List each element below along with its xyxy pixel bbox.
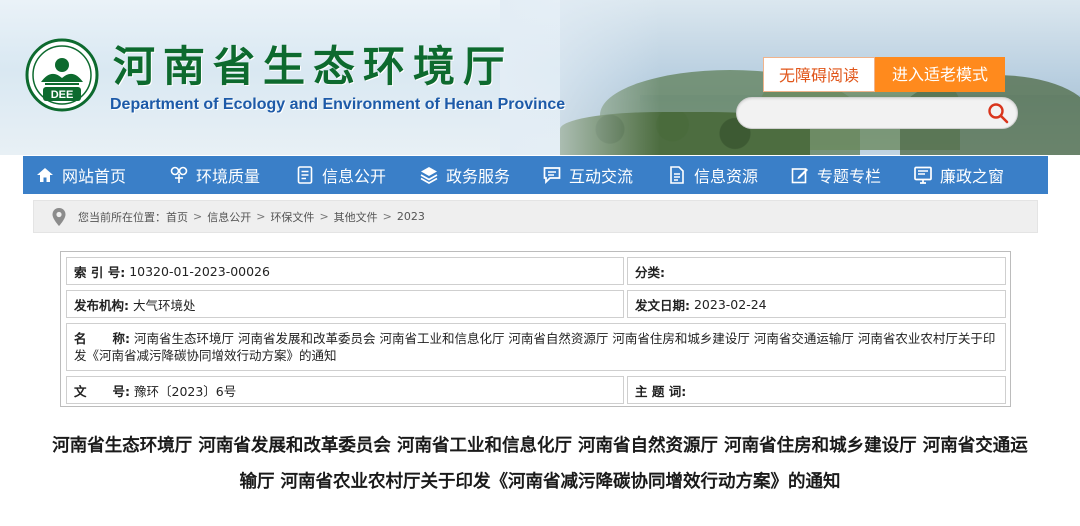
nav-label: 互动交流 <box>569 167 634 186</box>
layers-icon <box>420 167 438 184</box>
nav-item-info-resources[interactable]: 信息资源 <box>667 156 758 194</box>
meta-date-value: 2023-02-24 <box>693 296 767 312</box>
accessibility-reading-button[interactable]: 无障碍阅读 <box>763 57 875 92</box>
file-icon <box>670 166 684 184</box>
location-pin-icon <box>52 207 66 226</box>
breadcrumb-separator: > <box>382 210 392 223</box>
meta-publisher-label: 发布机构: <box>74 297 129 313</box>
home-icon <box>37 168 53 182</box>
breadcrumb-link-home[interactable]: 首页 <box>166 209 188 225</box>
dee-logo-icon[interactable]: DEE <box>25 38 99 112</box>
breadcrumb-separator: > <box>319 210 329 223</box>
nav-item-gov-services[interactable]: 政务服务 <box>419 156 510 194</box>
meta-name-label: 名称: <box>74 331 131 346</box>
monitor-icon <box>914 166 932 184</box>
search-input[interactable] <box>736 97 1018 129</box>
breadcrumb-link-info-disclosure[interactable]: 信息公开 <box>207 209 251 225</box>
meta-index-cell: 索 引 号: 10320-01-2023-00026 <box>66 257 624 285</box>
meta-category-label: 分类: <box>635 264 665 280</box>
nav-label: 环境质量 <box>196 167 261 186</box>
chat-icon <box>543 167 561 185</box>
document-title: 河南省生态环境厅 河南省发展和改革委员会 河南省工业和信息化厅 河南省自然资源厅… <box>52 436 1028 492</box>
breadcrumb-link-other-files[interactable]: 其他文件 <box>334 209 378 225</box>
meta-subject-label: 主 题 词: <box>635 383 687 399</box>
nav-item-integrity-window[interactable]: 廉政之窗 <box>913 156 1004 194</box>
document-icon <box>297 166 313 184</box>
meta-name-cell: 名称: 河南省生态环境厅 河南省发展和改革委员会 河南省工业和信息化厅 河南省自… <box>66 323 1006 371</box>
nav-label: 网站首页 <box>62 167 127 186</box>
meta-index-value: 10320-01-2023-00026 <box>129 263 270 279</box>
nav-label: 信息资源 <box>694 167 759 186</box>
meta-docno-value: 豫环〔2023〕6号 <box>134 383 237 399</box>
nav-item-info-disclosure[interactable]: 信息公开 <box>295 156 386 194</box>
meta-docno-cell: 文号: 豫环〔2023〕6号 <box>66 376 624 404</box>
meta-docno-label: 文号: <box>74 383 131 399</box>
meta-category-cell: 分类: <box>627 257 1006 285</box>
nav-label: 廉政之窗 <box>940 167 1005 186</box>
environment-icon <box>170 166 188 183</box>
site-subtitle: Department of Ecology and Environment of… <box>110 96 566 113</box>
nav-item-home[interactable]: 网站首页 <box>35 156 126 194</box>
site-title[interactable]: 河南省生态环境厅 <box>113 42 513 92</box>
meta-name-value: 河南省生态环境厅 河南省发展和改革委员会 河南省工业和信息化厅 河南省自然资源厅… <box>74 331 996 363</box>
meta-date-cell: 发文日期: 2023-02-24 <box>627 290 1006 318</box>
meta-date-label: 发文日期: <box>635 297 690 313</box>
edit-icon <box>791 168 808 184</box>
logo-text: DEE <box>51 89 74 101</box>
nav-item-interaction[interactable]: 互动交流 <box>542 156 633 194</box>
breadcrumb-separator: > <box>193 210 203 223</box>
meta-publisher-cell: 发布机构: 大气环境处 <box>66 290 624 318</box>
main-nav: 网站首页 环境质量 信息公开 政务服务 互动交流 信息资源 专题专栏 廉政之窗 <box>23 156 1048 194</box>
nav-item-environment-quality[interactable]: 环境质量 <box>169 156 260 194</box>
breadcrumb-link-env-files[interactable]: 环保文件 <box>270 209 314 225</box>
nav-label: 信息公开 <box>322 167 387 186</box>
breadcrumb-prefix: 您当前所在位置： <box>78 210 166 224</box>
nav-label: 专题专栏 <box>817 167 882 186</box>
nav-label: 政务服务 <box>446 167 511 186</box>
meta-publisher-value: 大气环境处 <box>132 297 196 313</box>
breadcrumb: 您当前所在位置： 首页 > 信息公开 > 环保文件 > 其他文件 > 2023 <box>33 200 1038 233</box>
search-icon[interactable] <box>986 101 1010 125</box>
breadcrumb-separator: > <box>256 210 266 223</box>
banner-fade <box>500 0 660 155</box>
nav-item-special-topics[interactable]: 专题专栏 <box>790 156 881 194</box>
breadcrumb-link-year[interactable]: 2023 <box>397 210 425 223</box>
document-meta-table: 索 引 号: 10320-01-2023-00026 分类: 发布机构: 大气环… <box>60 251 1011 407</box>
meta-index-label: 索 引 号: <box>74 264 126 280</box>
meta-subject-cell: 主 题 词: <box>627 376 1006 404</box>
elderly-mode-button[interactable]: 进入适老模式 <box>875 57 1005 92</box>
